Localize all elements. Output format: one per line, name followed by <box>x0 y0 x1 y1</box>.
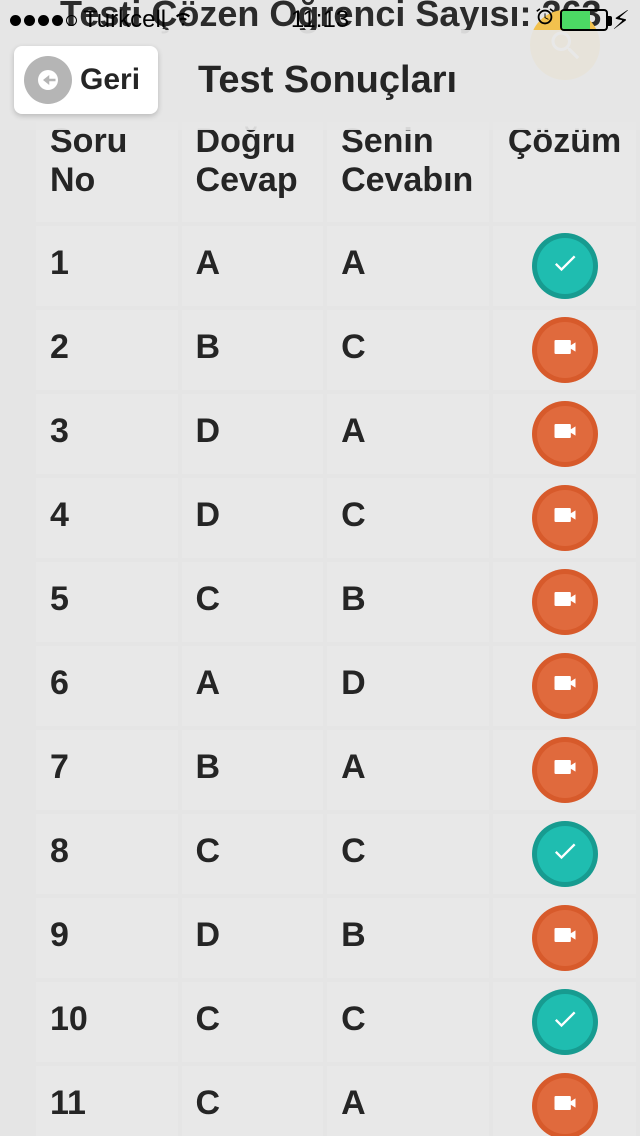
wifi-icon <box>172 6 194 34</box>
cell-solution <box>493 478 636 558</box>
correct-badge-button[interactable] <box>537 826 593 882</box>
cell-question-no: 6 <box>36 646 178 726</box>
results-table-container: Soru No Doğru Cevap Senin Cevabın Çözüm … <box>32 118 640 1136</box>
cell-correct-answer: A <box>182 226 324 306</box>
video-solution-button[interactable] <box>537 658 593 714</box>
cell-your-answer: B <box>327 898 489 978</box>
cell-your-answer: A <box>327 730 489 810</box>
cell-solution <box>493 982 636 1062</box>
col-header-correct: Doğru Cevap <box>182 122 324 222</box>
video-icon <box>551 667 579 706</box>
page-title: Test Sonuçları <box>198 59 457 102</box>
video-solution-button[interactable] <box>537 490 593 546</box>
back-button-label: Geri <box>80 63 140 97</box>
cell-correct-answer: C <box>182 814 324 894</box>
cell-solution <box>493 226 636 306</box>
cell-your-answer: A <box>327 226 489 306</box>
results-table: Soru No Doğru Cevap Senin Cevabın Çözüm … <box>32 118 640 1136</box>
video-icon <box>551 331 579 370</box>
cell-correct-answer: C <box>182 562 324 642</box>
cell-correct-answer: D <box>182 394 324 474</box>
video-icon <box>551 583 579 622</box>
cell-correct-answer: B <box>182 730 324 810</box>
video-solution-button[interactable] <box>537 322 593 378</box>
cell-solution <box>493 730 636 810</box>
cell-solution <box>493 646 636 726</box>
cell-your-answer: C <box>327 478 489 558</box>
cell-your-answer: B <box>327 562 489 642</box>
cell-your-answer: C <box>327 814 489 894</box>
correct-badge-button[interactable] <box>537 238 593 294</box>
video-solution-button[interactable] <box>537 406 593 462</box>
battery-icon <box>560 9 608 31</box>
table-row: 6AD <box>36 646 636 726</box>
cell-question-no: 8 <box>36 814 178 894</box>
alarm-icon <box>534 6 556 34</box>
cell-question-no: 11 <box>36 1066 178 1136</box>
table-row: 10CC <box>36 982 636 1062</box>
cell-your-answer: A <box>327 394 489 474</box>
video-solution-button[interactable] <box>537 574 593 630</box>
cell-question-no: 10 <box>36 982 178 1062</box>
cell-correct-answer: C <box>182 982 324 1062</box>
table-row: 7BA <box>36 730 636 810</box>
cell-correct-answer: A <box>182 646 324 726</box>
video-solution-button[interactable] <box>537 742 593 798</box>
cell-correct-answer: D <box>182 898 324 978</box>
cell-correct-answer: B <box>182 310 324 390</box>
back-arrow-icon <box>24 56 72 104</box>
col-header-no: Soru No <box>36 122 178 222</box>
status-right: ⚡︎ <box>534 5 630 36</box>
video-icon <box>551 1087 579 1126</box>
signal-strength-icon <box>10 15 77 26</box>
status-left: Turkcell <box>10 6 194 34</box>
cell-question-no: 3 <box>36 394 178 474</box>
cell-correct-answer: D <box>182 478 324 558</box>
cell-correct-answer: C <box>182 1066 324 1136</box>
status-bar: Turkcell 11:13 ⚡︎ <box>0 0 640 40</box>
cell-your-answer: D <box>327 646 489 726</box>
cell-solution <box>493 562 636 642</box>
check-icon <box>551 835 579 874</box>
video-icon <box>551 919 579 958</box>
table-row: 11CA <box>36 1066 636 1136</box>
table-row: 4DC <box>36 478 636 558</box>
table-row: 5CB <box>36 562 636 642</box>
table-row: 9DB <box>36 898 636 978</box>
status-time: 11:13 <box>291 6 349 34</box>
cell-solution <box>493 814 636 894</box>
video-solution-button[interactable] <box>537 1078 593 1134</box>
col-header-yours: Senin Cevabın <box>327 122 489 222</box>
check-icon <box>551 247 579 286</box>
cell-question-no: 2 <box>36 310 178 390</box>
check-icon <box>551 1003 579 1042</box>
table-row: 1AA <box>36 226 636 306</box>
video-icon <box>551 415 579 454</box>
video-solution-button[interactable] <box>537 910 593 966</box>
col-header-solution: Çözüm <box>493 122 636 222</box>
video-icon <box>551 751 579 790</box>
correct-badge-button[interactable] <box>537 994 593 1050</box>
overlay-header: Geri Test Sonuçları <box>0 30 640 130</box>
cell-question-no: 1 <box>36 226 178 306</box>
table-row: 3DA <box>36 394 636 474</box>
cell-your-answer: C <box>327 310 489 390</box>
back-button[interactable]: Geri <box>14 46 158 114</box>
cell-question-no: 7 <box>36 730 178 810</box>
cell-your-answer: C <box>327 982 489 1062</box>
table-row: 8CC <box>36 814 636 894</box>
cell-solution <box>493 1066 636 1136</box>
charging-icon: ⚡︎ <box>612 5 630 36</box>
cell-your-answer: A <box>327 1066 489 1136</box>
cell-question-no: 5 <box>36 562 178 642</box>
cell-solution <box>493 898 636 978</box>
cell-question-no: 9 <box>36 898 178 978</box>
video-icon <box>551 499 579 538</box>
carrier-label: Turkcell <box>83 6 166 34</box>
table-row: 2BC <box>36 310 636 390</box>
cell-solution <box>493 310 636 390</box>
cell-solution <box>493 394 636 474</box>
cell-question-no: 4 <box>36 478 178 558</box>
